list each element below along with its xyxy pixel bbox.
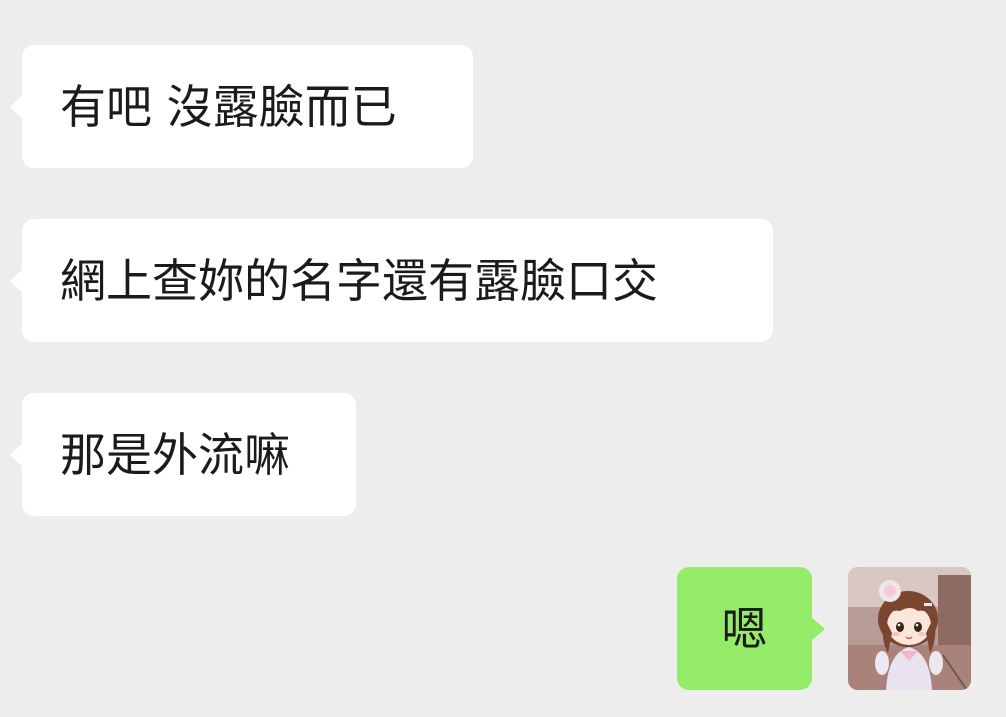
incoming-message-bubble[interactable]: 那是外流嘛: [10, 393, 356, 516]
incoming-message-bubble[interactable]: 網上查妳的名字還有露臉口交: [10, 219, 773, 342]
incoming-message-bubble[interactable]: 有吧 沒露臉而已: [10, 45, 473, 168]
outgoing-message-bubble[interactable]: 嗯: [677, 567, 825, 690]
message-text: 有吧 沒露臉而已: [60, 79, 397, 134]
message-text: 那是外流嘛: [60, 427, 290, 482]
message-text: 網上查妳的名字還有露臉口交: [60, 253, 658, 308]
anime-girl-avatar-icon[interactable]: [848, 567, 971, 690]
message-text: 嗯: [721, 601, 768, 656]
